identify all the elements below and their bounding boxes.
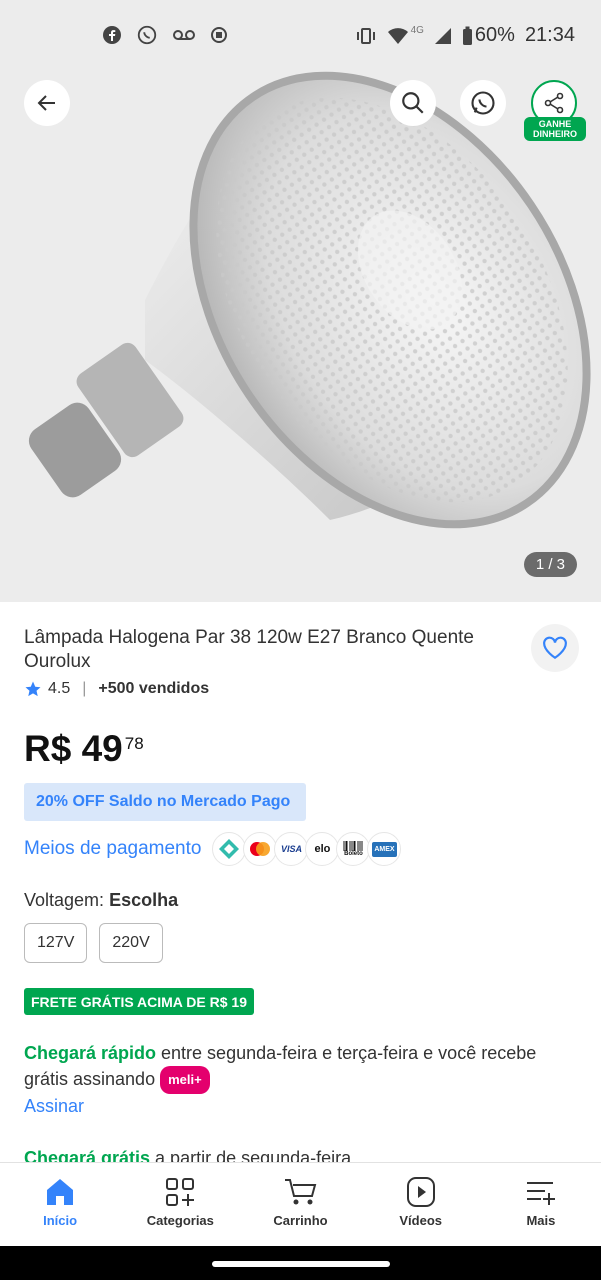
- heart-icon: [543, 636, 567, 660]
- clock: 21:34: [524, 24, 575, 46]
- meli-plus-badge: meli+: [160, 1066, 210, 1095]
- amex-icon: AMEX: [367, 832, 402, 866]
- voltage-title: Voltagem:: [24, 890, 105, 910]
- nav-cart-label: Carrinho: [273, 1213, 328, 1228]
- pix-icon: [212, 832, 247, 866]
- categories-icon: [166, 1178, 195, 1206]
- favorite-button[interactable]: [531, 624, 579, 672]
- voltage-option-220v[interactable]: 220V: [99, 923, 163, 963]
- divider: |: [82, 680, 87, 697]
- subscribe-link[interactable]: Assinar: [24, 1096, 84, 1117]
- status-bar: 4G 60% 21:34: [0, 0, 601, 70]
- product-image-gallery[interactable]: GANHE DINHEIRO 1 / 3: [0, 0, 601, 602]
- price-integer: R$ 49: [24, 728, 123, 769]
- nav-more[interactable]: Mais: [481, 1163, 601, 1246]
- nav-categories[interactable]: Categorias: [120, 1163, 240, 1246]
- home-icon: [47, 1179, 74, 1205]
- whatsapp-icon: [471, 91, 495, 115]
- whatsapp-notification-icon: [137, 25, 157, 45]
- earn-money-badge: GANHE DINHEIRO: [524, 117, 586, 141]
- boleto-icon: Boleto: [336, 832, 371, 866]
- whatsapp-share-button[interactable]: [460, 80, 506, 126]
- free-shipping-badge: FRETE GRÁTIS ACIMA DE R$ 19: [24, 988, 254, 1015]
- menu-plus-icon: [526, 1182, 555, 1205]
- home-gesture-bar[interactable]: [212, 1261, 390, 1267]
- product-title: Lâmpada Halogena Par 38 120w E27 Branco …: [24, 627, 474, 672]
- elo-icon: elo: [305, 832, 340, 866]
- nav-more-label: Mais: [526, 1213, 556, 1228]
- voicemail-icon: [173, 30, 195, 40]
- voltage-label: Voltagem: Escolha: [24, 890, 178, 911]
- voltage-selection: Escolha: [109, 890, 179, 910]
- nav-home-label: Início: [43, 1213, 78, 1228]
- mastercard-icon: [243, 832, 278, 866]
- signal-icon: [434, 27, 451, 44]
- share-icon: [544, 92, 564, 114]
- rating-value: 4.5: [48, 680, 71, 697]
- sold-count: +500 vendidos: [98, 680, 210, 697]
- cart-icon: [284, 1179, 316, 1205]
- back-button[interactable]: [24, 80, 70, 126]
- wifi-icon: [387, 27, 408, 44]
- delivery-info-2: Chegará grátis a partir de segunda-feira: [24, 1146, 351, 1162]
- search-button[interactable]: [390, 80, 436, 126]
- video-play-icon: [406, 1177, 435, 1207]
- nav-categories-label: Categorias: [146, 1213, 214, 1228]
- nav-home[interactable]: Início: [0, 1163, 120, 1246]
- nav-videos[interactable]: Vídeos: [361, 1163, 481, 1246]
- delivery-info: Chegará rápido entre segunda-feira e ter…: [24, 1040, 564, 1095]
- app-notification-icon: [211, 27, 227, 43]
- voltage-options: 127V 220V: [24, 923, 163, 963]
- payment-methods-row[interactable]: Meios de pagamento VISA elo Boleto AMEX: [24, 832, 402, 866]
- discount-banner[interactable]: 20% OFF Saldo no Mercado Pago: [24, 783, 306, 821]
- arrow-left-icon: [37, 95, 55, 111]
- vibrate-icon: [356, 27, 375, 44]
- image-counter: 1 / 3: [523, 552, 577, 577]
- rating-row[interactable]: 4.5 | +500 vendidos: [24, 680, 209, 698]
- facebook-icon: [103, 26, 121, 44]
- nav-videos-label: Vídeos: [399, 1213, 443, 1228]
- delivery2-highlight: Chegará grátis: [24, 1148, 151, 1162]
- battery-icon: [462, 26, 472, 45]
- bottom-navigation: Início Categorias Carrinho Vídeos Mais: [0, 1162, 601, 1246]
- delivery2-text: a partir de segunda-feira: [150, 1148, 352, 1162]
- payment-methods-link[interactable]: Meios de pagamento: [24, 838, 201, 860]
- delivery-highlight: Chegará rápido: [24, 1043, 157, 1063]
- voltage-option-127v[interactable]: 127V: [24, 923, 88, 963]
- star-icon: [25, 681, 41, 697]
- price: R$ 49 78: [24, 728, 144, 770]
- visa-icon: VISA: [274, 832, 309, 866]
- nav-cart[interactable]: Carrinho: [240, 1163, 360, 1246]
- search-icon: [402, 92, 424, 114]
- price-cents: 78: [124, 734, 144, 753]
- network-type: 4G: [410, 25, 424, 36]
- battery-level: 60%: [474, 24, 515, 46]
- product-image: [28, 71, 591, 529]
